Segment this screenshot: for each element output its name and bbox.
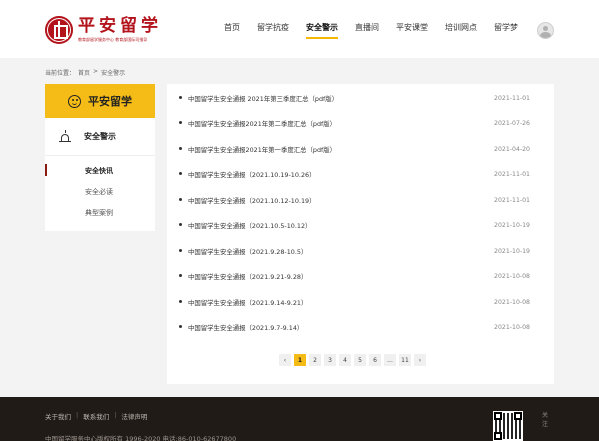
footer-link-contact[interactable]: 联系我们 — [83, 411, 109, 421]
smiley-icon — [68, 94, 81, 108]
article-title[interactable]: 中国留学生安全通报（2021.9.7-9.14） — [188, 323, 303, 332]
article-title[interactable]: 中国留学生安全通报（2021.10.12-10.19） — [188, 196, 316, 205]
sidebar-header: 平安留学 — [45, 84, 155, 118]
site-footer: 关于我们 | 联系我们 | 法律声明 中国留学服务中心版权所有 1996-202… — [0, 397, 599, 441]
footer-divider: | — [114, 411, 117, 419]
footer-links: 关于我们 | 联系我们 | 法律声明 — [45, 411, 147, 421]
article-row[interactable]: 中国留学生安全通报（2021.10.19-10.26） 2021-11-01 — [167, 167, 554, 181]
sidebar-title: 平安留学 — [88, 95, 132, 108]
bullet-icon — [179, 249, 182, 252]
page-button[interactable]: 11 — [399, 354, 411, 366]
article-title[interactable]: 中国留学生安全通报（2021.10.5-10.12） — [188, 221, 311, 230]
next-page-button[interactable]: › — [414, 354, 426, 366]
article-title[interactable]: 中国留学生安全通报（2021.9.28-10.5） — [188, 247, 307, 256]
page-button[interactable]: 6 — [369, 354, 381, 366]
article-date: 2021-10-19 — [494, 247, 530, 255]
breadcrumb: 当前位置： 首页 > 安全警示 — [45, 68, 125, 77]
article-date: 2021-10-19 — [494, 221, 530, 229]
footer-divider: | — [76, 411, 79, 419]
article-row[interactable]: 中国留学生安全通报（2021.9.21-9.28） 2021-10-08 — [167, 269, 554, 283]
nav-item-home[interactable]: 首页 — [224, 22, 240, 40]
sidebar-item-typical-cases[interactable]: 典型案例 — [45, 202, 155, 223]
article-date: 2021-10-08 — [494, 272, 530, 280]
article-date: 2021-11-01 — [494, 170, 530, 178]
bullet-icon — [179, 147, 182, 150]
article-title[interactable]: 中国留学生安全通报（2021.9.14-9.21） — [188, 298, 307, 307]
breadcrumb-home[interactable]: 首页 — [78, 68, 90, 77]
qr-code-icon — [493, 411, 523, 441]
article-date: 2021-11-01 — [494, 94, 530, 102]
pagination-ellipsis[interactable]: ... — [384, 354, 396, 366]
main-nav: 首页 留学抗疫 安全警示 直播间 平安课堂 培训网点 留学梦 — [224, 22, 535, 40]
article-title[interactable]: 中国留学生安全通报（2021.10.19-10.26） — [188, 170, 316, 179]
bullet-icon — [179, 223, 182, 226]
sidebar-section[interactable]: 安全警示 — [45, 118, 155, 156]
sidebar-item-safety-must-read[interactable]: 安全必读 — [45, 181, 155, 202]
article-date: 2021-07-26 — [494, 119, 530, 127]
user-avatar-icon[interactable] — [537, 22, 554, 39]
page-button[interactable]: 3 — [324, 354, 336, 366]
prev-page-button[interactable]: ‹ — [279, 354, 291, 366]
page-button[interactable]: 2 — [309, 354, 321, 366]
logo-title: 平安留学 — [78, 16, 162, 36]
breadcrumb-separator: > — [93, 68, 99, 75]
article-title[interactable]: 中国留学生安全通报2021年第二季度汇总（pdf版） — [188, 119, 336, 128]
bullet-icon — [179, 172, 182, 175]
article-date: 2021-11-01 — [494, 196, 530, 204]
breadcrumb-current: 安全警示 — [101, 70, 126, 77]
page-button[interactable]: 4 — [339, 354, 351, 366]
page-button[interactable]: 5 — [354, 354, 366, 366]
sidebar-subnav: 安全快讯 安全必读 典型案例 — [45, 156, 155, 223]
article-row[interactable]: 中国留学生安全通报 2021年第三季度汇总（pdf版） 2021-11-01 — [167, 91, 554, 105]
pagination: ‹ 1 2 3 4 5 6... 11 › — [279, 354, 426, 366]
nav-item-anti-epidemic[interactable]: 留学抗疫 — [257, 22, 289, 40]
logo-text: 平安留学 教育部留学服务中心 教育部国际司指导 — [78, 17, 162, 43]
footer-copyright: 中国留学服务中心版权所有 1996-2020 电话:86-010-6267780… — [45, 435, 237, 441]
article-row[interactable]: 中国留学生安全通报（2021.9.7-9.14） 2021-10-08 — [167, 320, 554, 334]
site-header: 平安留学 教育部留学服务中心 教育部国际司指导 首页 留学抗疫 安全警示 直播间… — [0, 0, 599, 58]
article-date: 2021-10-08 — [494, 298, 530, 306]
bullet-icon — [179, 121, 182, 124]
bullet-icon — [179, 274, 182, 277]
bullet-icon — [179, 300, 182, 303]
article-row[interactable]: 中国留学生安全通报（2021.10.12-10.19） 2021-11-01 — [167, 193, 554, 207]
nav-item-safety-alerts[interactable]: 安全警示 — [306, 22, 338, 40]
page-button[interactable]: 1 — [294, 354, 306, 366]
footer-link-about[interactable]: 关于我们 — [45, 411, 71, 421]
site-logo[interactable]: 平安留学 教育部留学服务中心 教育部国际司指导 — [45, 14, 162, 46]
sidebar-section-label: 安全警示 — [84, 132, 116, 141]
nav-item-study-dream[interactable]: 留学梦 — [494, 22, 518, 40]
seal-logo-icon — [45, 16, 73, 44]
article-row[interactable]: 中国留学生安全通报2021年第一季度汇总（pdf版） 2021-04-20 — [167, 142, 554, 156]
bullet-icon — [179, 96, 182, 99]
article-title[interactable]: 中国留学生安全通报 2021年第三季度汇总（pdf版） — [188, 94, 338, 103]
article-title[interactable]: 中国留学生安全通报2021年第一季度汇总（pdf版） — [188, 145, 336, 154]
article-panel: 中国留学生安全通报 2021年第三季度汇总（pdf版） 2021-11-01 中国留… — [167, 84, 554, 384]
article-row[interactable]: 中国留学生安全通报（2021.9.14-9.21） 2021-10-08 — [167, 295, 554, 309]
footer-link-legal[interactable]: 法律声明 — [121, 411, 147, 421]
qr-side-label: 关注 — [541, 412, 548, 428]
article-row[interactable]: 中国留学生安全通报（2021.9.28-10.5） 2021-10-19 — [167, 244, 554, 258]
nav-item-live[interactable]: 直播间 — [355, 22, 379, 40]
nav-item-classroom[interactable]: 平安课堂 — [396, 22, 428, 40]
logo-subtitle: 教育部留学服务中心 教育部国际司指导 — [78, 37, 148, 42]
nav-item-training-sites[interactable]: 培训网点 — [445, 22, 477, 40]
article-date: 2021-04-20 — [494, 145, 530, 153]
sidebar: 平安留学 安全警示 安全快讯 安全必读 典型案例 — [45, 84, 155, 231]
article-row[interactable]: 中国留学生安全通报（2021.10.5-10.12） 2021-10-19 — [167, 218, 554, 232]
article-title[interactable]: 中国留学生安全通报（2021.9.21-9.28） — [188, 272, 307, 281]
breadcrumb-prefix: 当前位置： — [45, 70, 76, 77]
bullet-icon — [179, 198, 182, 201]
sidebar-item-safety-news[interactable]: 安全快讯 — [45, 160, 155, 181]
alarm-light-icon — [59, 129, 71, 142]
article-row[interactable]: 中国留学生安全通报2021年第二季度汇总（pdf版） 2021-07-26 — [167, 116, 554, 130]
article-date: 2021-10-08 — [494, 323, 530, 331]
bullet-icon — [179, 325, 182, 328]
